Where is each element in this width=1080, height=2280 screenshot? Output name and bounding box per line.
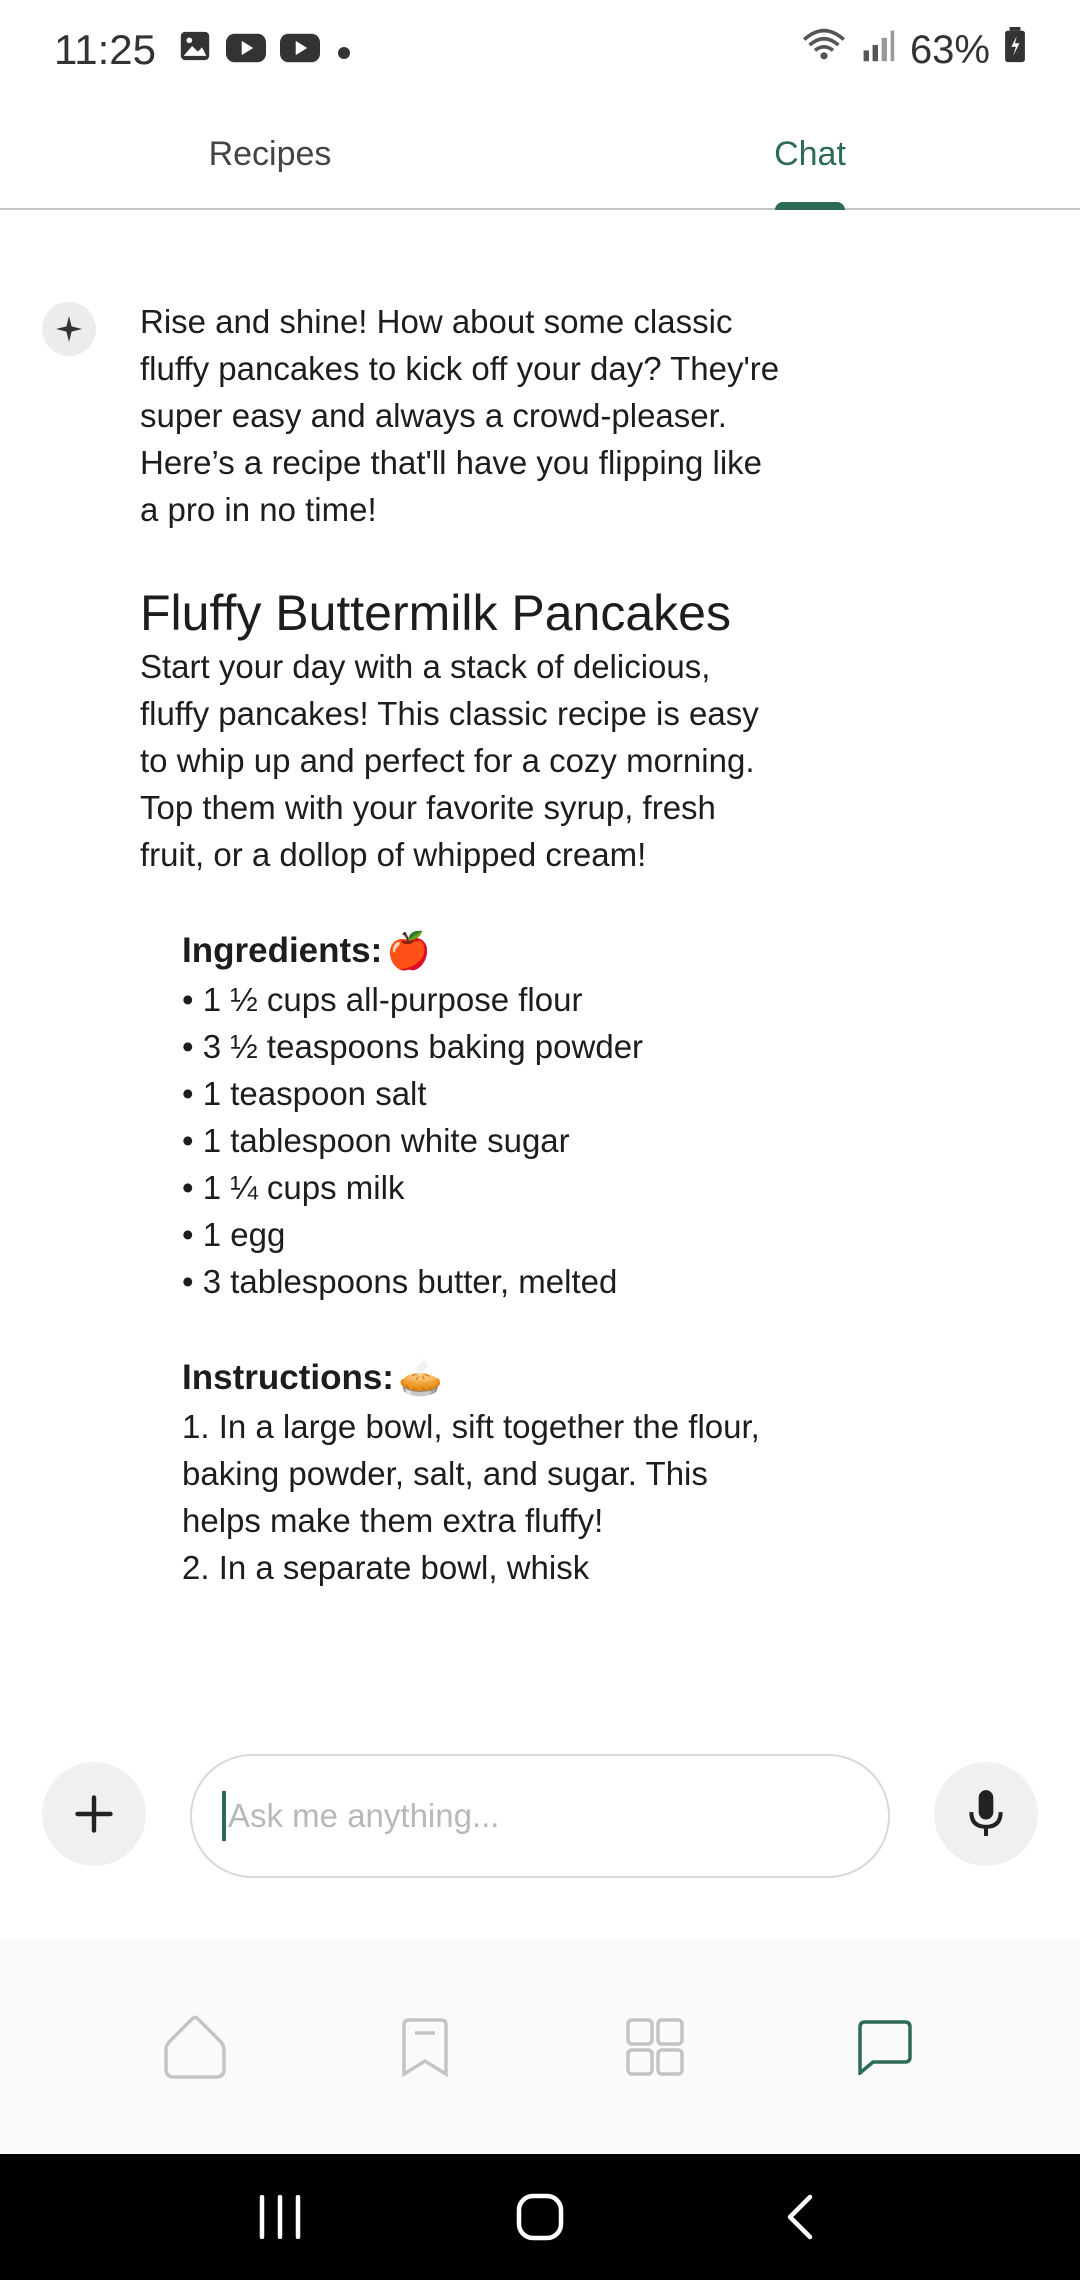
recipe-title: Fluffy Buttermilk Pancakes [140,585,731,641]
instructions-title: Instructions: [182,1358,394,1397]
intro-text: Rise and shine! How about some classic f… [140,303,780,528]
microphone-icon [969,1790,1003,1836]
youtube-icon [226,28,266,73]
active-tab-indicator [775,202,845,210]
list-item: • 3 ½ teaspoons baking powder [182,1028,644,1065]
apple-icon: 🍎 [386,930,432,971]
nav-chat[interactable] [825,1987,945,2107]
status-right: 63% [802,27,1026,73]
image-icon [178,28,212,73]
bottom-navigation [0,1940,1080,2154]
ingredients-list: • 1 ½ cups all-purpose flour • 3 ½ teasp… [182,976,780,1305]
back-chevron-icon [787,2194,813,2240]
tab-recipes[interactable]: Recipes [0,100,540,208]
nav-home[interactable] [135,1987,255,2107]
status-bar: 11:25 63% [0,0,1080,100]
list-item: • 1 ¼ cups milk [182,1169,405,1206]
instruction-step: 2. In a separate bowl, whisk [182,1549,590,1586]
wifi-icon [802,27,846,73]
back-button[interactable] [755,2172,845,2262]
ingredients-heading: Ingredients: 🍎 [182,926,780,976]
plus-icon [75,1795,113,1833]
system-navigation-bar [0,2154,1080,2280]
instructions-heading: Instructions: 🥧 [182,1353,780,1403]
home-button[interactable] [495,2172,585,2262]
ingredients-section: Ingredients: 🍎 • 1 ½ cups all-purpose fl… [182,926,780,1305]
list-item: • 1 tablespoon white sugar [182,1122,570,1159]
list-item: • 1 egg [182,1216,286,1253]
home-icon [164,2015,226,2079]
bookmark-icon [402,2018,448,2077]
nav-browse[interactable] [595,1987,715,2107]
grid-icon [626,2018,684,2076]
ingredients-title: Ingredients: [182,931,383,970]
nav-saved[interactable] [365,1987,485,2107]
instruction-step: 1. In a large bowl, sift together the fl… [182,1408,760,1539]
list-item: • 1 teaspoon salt [182,1075,427,1112]
status-left: 11:25 [54,26,354,74]
chat-input-bar: Ask me anything... [0,1740,1080,1880]
home-circle-icon [516,2193,564,2241]
battery-percent: 63% [909,27,990,72]
battery-icon [1004,27,1026,73]
assistant-message: Rise and shine! How about some classic f… [140,298,780,1591]
status-time: 11:25 [54,26,156,73]
top-tabs: Recipes Chat [0,100,1080,210]
list-item: • 1 ½ cups all-purpose flour [182,981,583,1018]
chat-area: Rise and shine! How about some classic f… [0,212,1080,1712]
instructions-section: Instructions: 🥧 1. In a large bowl, sift… [182,1353,780,1591]
recent-apps-button[interactable] [235,2172,325,2262]
dot-icon [334,28,354,73]
text-caret [222,1791,226,1841]
chat-input-placeholder: Ask me anything... [228,1797,500,1834]
chat-input[interactable]: Ask me anything... [190,1754,890,1878]
list-item: • 3 tablespoons butter, melted [182,1263,618,1300]
chat-bubble-icon [858,2020,912,2075]
tab-recipes-label: Recipes [208,134,332,173]
sparkle-icon [42,302,96,356]
recent-apps-icon [259,2195,301,2239]
recipe-description: Start your day with a stack of delicious… [140,648,759,873]
youtube-icon [280,28,320,73]
voice-input-button[interactable] [934,1762,1038,1866]
tab-chat[interactable]: Chat [540,100,1080,210]
signal-icon [860,27,896,73]
pie-icon: 🥧 [397,1357,443,1398]
add-attachment-button[interactable] [42,1762,146,1866]
tab-chat-label: Chat [774,134,846,173]
